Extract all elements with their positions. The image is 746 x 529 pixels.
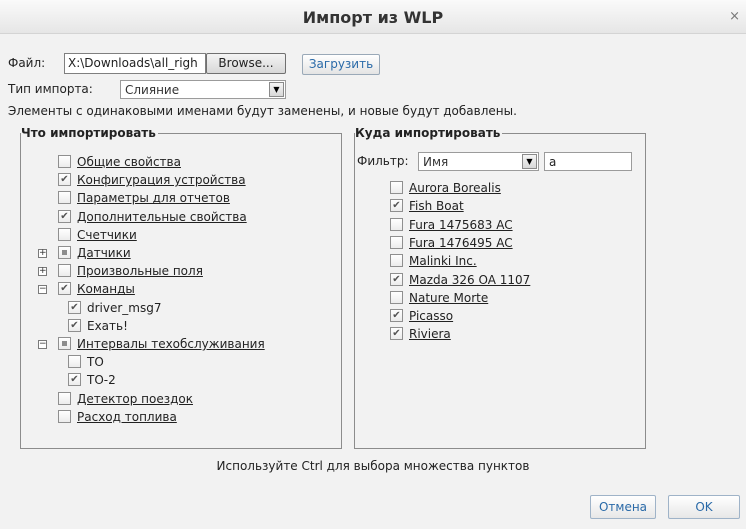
checkbox[interactable]: ✔ — [390, 199, 403, 213]
checkbox[interactable] — [58, 191, 71, 205]
what-to-import-title: Что импортировать — [21, 126, 158, 140]
what-item-label: driver_msg7 — [87, 300, 162, 315]
what-item-label: ТО-2 — [87, 373, 116, 388]
checkbox[interactable] — [390, 181, 403, 194]
filter-label: Фильтр: — [357, 154, 409, 168]
checkbox[interactable] — [58, 391, 71, 405]
unit-item[interactable]: Malinki Inc. — [390, 253, 477, 269]
what-item-label: Конфигурация устройства — [77, 173, 246, 188]
expand-icon[interactable]: + — [38, 249, 47, 258]
where-to-import-title: Куда импортировать — [355, 126, 503, 140]
file-path-input[interactable]: X:\Downloads\all_righ — [64, 53, 206, 74]
what-item-label: Команды — [77, 282, 135, 297]
what-item-label: Счетчики — [77, 227, 137, 242]
checkbox[interactable] — [58, 246, 71, 259]
what-item[interactable]: Параметры для отчетов — [58, 190, 230, 206]
what-item-label: Интервалы техобслуживания — [77, 337, 265, 351]
import-type-label: Тип импорта: — [8, 82, 93, 96]
collapse-icon[interactable]: − — [38, 285, 47, 295]
what-item-label: Детектор поездок — [77, 391, 193, 406]
what-item[interactable]: ✔ Дополнительные свойства — [58, 209, 247, 225]
what-item-label: Ехать! — [87, 318, 128, 333]
hint-text: Используйте Ctrl для выбора множества пу… — [216, 459, 530, 473]
what-item[interactable]: Расход топлива — [58, 409, 177, 425]
import-type-value: Слияние — [125, 83, 180, 97]
load-button[interactable]: Загрузить — [302, 54, 380, 75]
unit-item[interactable]: Fura 1476495 AC — [390, 235, 513, 251]
dialog-title: Импорт из WLP — [302, 8, 444, 27]
what-item[interactable]: ✔ Ехать! — [68, 318, 128, 334]
unit-item[interactable]: ✔ Picasso — [390, 308, 453, 324]
what-item-label: Расход топлива — [77, 409, 177, 424]
chevron-down-icon: ▼ — [269, 82, 284, 97]
what-item-label: Параметры для отчетов — [77, 191, 230, 206]
ok-button[interactable]: OK — [668, 495, 740, 519]
unit-item[interactable]: Fura 1475683 AC — [390, 217, 513, 233]
checkbox[interactable] — [390, 254, 403, 268]
what-item[interactable]: ТО — [68, 354, 104, 370]
what-item-label: Дополнительные свойства — [77, 209, 247, 224]
what-item-label: Датчики — [77, 246, 131, 260]
checkbox[interactable] — [58, 264, 71, 278]
checkbox[interactable]: ✔ — [390, 272, 403, 286]
what-item[interactable]: ✔ ТО-2 — [68, 372, 116, 388]
what-item-label: Произвольные поля — [77, 264, 203, 279]
filter-field-value: Имя — [423, 155, 449, 169]
checkbox[interactable]: ✔ — [68, 318, 81, 332]
chevron-down-icon: ▼ — [522, 154, 537, 169]
unit-item-label: Fura 1475683 AC — [409, 217, 513, 232]
unit-item[interactable]: Aurora Borealis — [390, 180, 501, 196]
checkbox[interactable] — [58, 409, 71, 423]
unit-item-label: Malinki Inc. — [409, 254, 477, 269]
what-item[interactable]: Общие свойства — [58, 154, 181, 170]
checkbox[interactable]: ✔ — [58, 282, 71, 296]
unit-item-label: Mazda 326 OA 1107 — [409, 272, 531, 287]
checkbox[interactable]: ✔ — [58, 173, 71, 187]
unit-item[interactable]: ✔ Mazda 326 OA 1107 — [390, 272, 530, 288]
cancel-button[interactable]: Отмена — [590, 495, 656, 519]
expand-icon[interactable]: + — [38, 267, 47, 277]
unit-item-label: Fish Boat — [409, 199, 464, 214]
import-type-select[interactable]: Слияние ▼ — [120, 80, 286, 99]
filter-text-input[interactable]: a — [544, 152, 632, 171]
checkbox[interactable]: ✔ — [58, 209, 71, 223]
unit-item[interactable]: ✔ Riviera — [390, 326, 451, 342]
unit-item-label: Aurora Borealis — [409, 181, 501, 195]
unit-item[interactable]: ✔ Fish Boat — [390, 198, 464, 214]
unit-item-label: Riviera — [409, 327, 451, 342]
what-item[interactable]: ✔ Конфигурация устройства — [58, 172, 246, 188]
what-item[interactable]: ✔ Команды — [58, 281, 135, 297]
checkbox[interactable] — [68, 355, 81, 369]
checkbox[interactable] — [390, 235, 403, 249]
unit-item-label: Picasso — [409, 309, 454, 324]
filter-field-select[interactable]: Имя ▼ — [418, 152, 539, 171]
checkbox[interactable]: ✔ — [390, 309, 403, 323]
file-label: Файл: — [8, 56, 46, 70]
checkbox[interactable]: ✔ — [390, 327, 403, 341]
what-item[interactable]: ✔ driver_msg7 — [68, 300, 162, 316]
info-text: Элементы с одинаковыми именами будут зам… — [8, 104, 517, 118]
dialog-titlebar: Импорт из WLP × — [0, 0, 746, 34]
browse-button[interactable]: Browse... — [206, 53, 286, 74]
unit-item-label: Fura 1476495 AC — [409, 235, 513, 250]
checkbox[interactable]: ✔ — [68, 373, 81, 387]
what-item[interactable]: Счетчики — [58, 227, 137, 243]
checkbox[interactable] — [58, 227, 71, 241]
unit-item-label: Nature Morte — [409, 290, 489, 305]
what-item[interactable]: Датчики — [58, 245, 131, 261]
checkbox[interactable]: ✔ — [68, 300, 81, 314]
what-item-label: ТО — [87, 355, 104, 370]
what-item[interactable]: Детектор поездок — [58, 391, 193, 407]
checkbox[interactable] — [390, 290, 403, 304]
collapse-icon[interactable]: − — [38, 340, 47, 349]
checkbox[interactable] — [58, 337, 71, 350]
what-item[interactable]: Интервалы техобслуживания — [58, 336, 265, 352]
checkbox[interactable] — [58, 155, 71, 168]
what-item[interactable]: Произвольные поля — [58, 263, 203, 279]
what-item-label: Общие свойства — [77, 155, 181, 169]
checkbox[interactable] — [390, 217, 403, 231]
close-icon[interactable]: × — [729, 9, 740, 24]
unit-item[interactable]: Nature Morte — [390, 290, 488, 306]
